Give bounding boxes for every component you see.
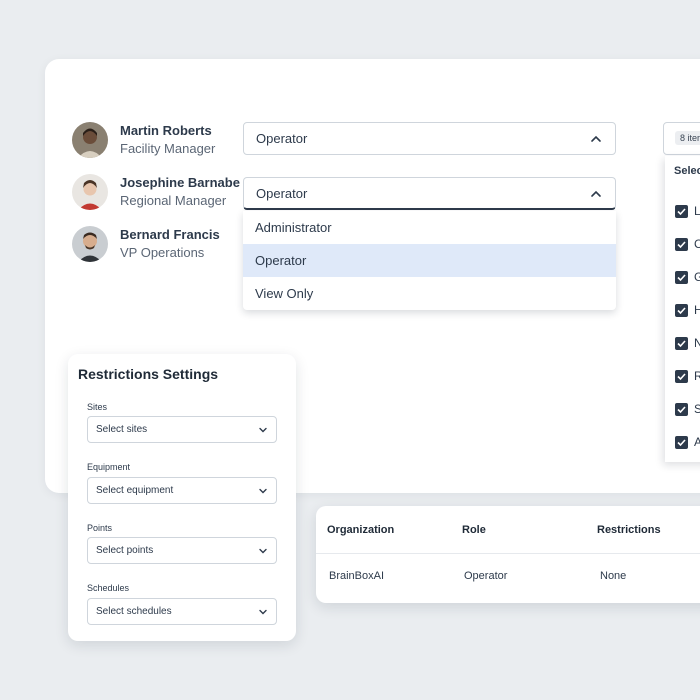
checkbox-label: R [694,369,700,383]
checkbox-label: C [694,237,700,251]
items-multiselect[interactable]: 8 iter [663,122,700,155]
header-divider [316,553,700,554]
checkbox-label: A [694,435,700,449]
avatar [72,226,108,262]
chevron-down-icon [259,488,267,494]
checkbox-checked-icon[interactable] [675,336,688,350]
checkbox-checked-icon[interactable] [675,435,688,449]
checkbox-item[interactable]: L [675,204,700,218]
equipment-select[interactable]: Select equipment [87,477,277,504]
checkbox-item[interactable]: H [675,303,700,317]
checkbox-label: G [694,270,700,284]
checkbox-checked-icon[interactable] [675,303,688,317]
points-placeholder: Select points [96,545,154,556]
chevron-down-icon [259,427,267,433]
chevron-down-icon [259,548,267,554]
checkbox-item[interactable]: G [675,270,700,284]
checkbox-label: H [694,303,700,317]
chevron-down-icon [259,609,267,615]
selected-count-badge: 8 iter [675,131,700,145]
items-dropdown-panel: Selec L C G H N R S A [665,156,700,462]
points-select[interactable]: Select points [87,537,277,564]
checkbox-checked-icon[interactable] [675,270,688,284]
role-select-value: Operator [256,185,308,201]
role-option-operator[interactable]: Operator [243,244,616,277]
points-label: Points [87,523,113,533]
column-header-restrictions: Restrictions [597,524,661,536]
user-title: Facility Manager [120,141,216,156]
column-header-organization: Organization [327,524,395,536]
chevron-up-icon [591,135,601,142]
restrictions-title: Restrictions Settings [78,366,219,382]
checkbox-checked-icon[interactable] [675,369,688,383]
checkbox-item[interactable]: C [675,237,700,251]
checkbox-item[interactable]: R [675,369,700,383]
restrictions-settings-card: Restrictions Settings Sites Select sites… [68,354,296,641]
sites-select[interactable]: Select sites [87,416,277,443]
user-row-josephine-barnabe: Josephine Barnabe Regional Manager [72,174,240,210]
user-title: Regional Manager [120,193,227,208]
user-name: Martin Roberts [120,123,212,138]
avatar [72,174,108,210]
checkbox-label: L [694,204,700,218]
checkbox-item[interactable]: N [675,336,700,350]
checkbox-label: N [694,336,700,350]
column-header-role: Role [462,524,486,536]
checkbox-checked-icon[interactable] [675,402,688,416]
chevron-up-icon [591,190,601,197]
checkbox-checked-icon[interactable] [675,204,688,218]
user-name: Josephine Barnabe [120,175,240,190]
summary-table: Organization Role Restrictions BrainBoxA… [316,506,700,603]
schedules-label: Schedules [87,583,130,593]
role-select-value: Operator [256,131,308,146]
cell-organization: BrainBoxAI [329,570,385,582]
role-option-view-only[interactable]: View Only [243,277,616,310]
user-row-bernard-francis: Bernard Francis VP Operations [72,226,220,262]
schedules-placeholder: Select schedules [96,606,172,617]
checkbox-item[interactable]: S [675,402,700,416]
user-title: VP Operations [120,245,205,260]
checkbox-checked-icon[interactable] [675,237,688,251]
panel-title: Selec [674,165,700,177]
checkbox-label: S [694,402,700,416]
user-row-martin-roberts: Martin Roberts Facility Manager [72,122,215,158]
avatar [72,122,108,158]
sites-placeholder: Select sites [96,424,148,435]
equipment-placeholder: Select equipment [96,485,174,496]
cell-role: Operator [464,570,508,582]
cell-restrictions: None [600,570,627,582]
checkbox-item[interactable]: A [675,435,700,449]
role-option-administrator[interactable]: Administrator [243,211,616,244]
role-dropdown-menu: Administrator Operator View Only [243,211,616,310]
role-select-josephine[interactable]: Operator [243,177,616,210]
role-select-martin[interactable]: Operator [243,122,616,155]
user-name: Bernard Francis [120,227,220,242]
schedules-select[interactable]: Select schedules [87,598,277,625]
sites-label: Sites [87,402,108,412]
equipment-label: Equipment [87,462,131,472]
